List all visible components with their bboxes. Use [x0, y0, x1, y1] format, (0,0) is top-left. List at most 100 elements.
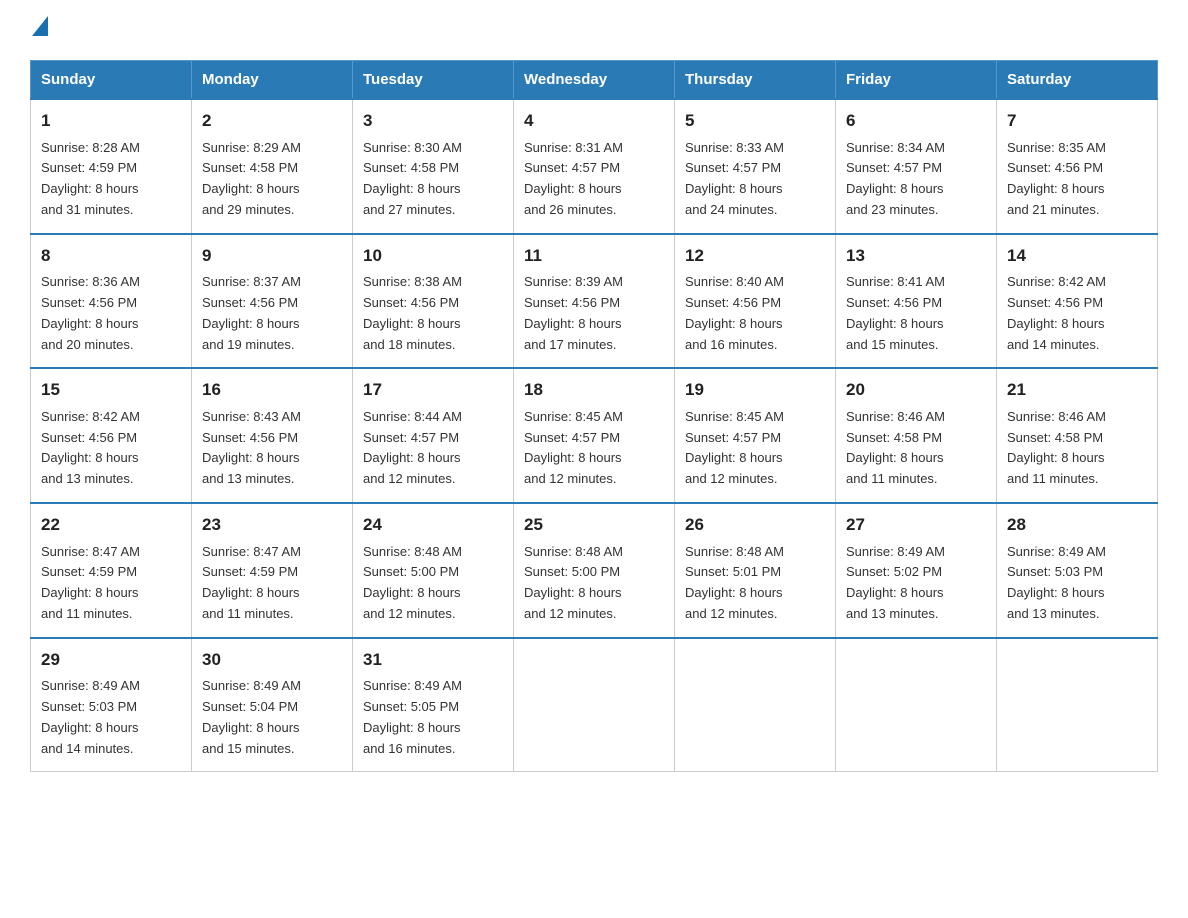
day-number: 4 [524, 108, 664, 134]
calendar-cell [514, 638, 675, 772]
day-number: 30 [202, 647, 342, 673]
day-number: 27 [846, 512, 986, 538]
day-info: Sunrise: 8:37 AMSunset: 4:56 PMDaylight:… [202, 274, 301, 351]
day-number: 6 [846, 108, 986, 134]
header-friday: Friday [836, 61, 997, 100]
day-info: Sunrise: 8:49 AMSunset: 5:05 PMDaylight:… [363, 678, 462, 755]
day-info: Sunrise: 8:44 AMSunset: 4:57 PMDaylight:… [363, 409, 462, 486]
calendar-cell: 26 Sunrise: 8:48 AMSunset: 5:01 PMDaylig… [675, 503, 836, 638]
day-info: Sunrise: 8:38 AMSunset: 4:56 PMDaylight:… [363, 274, 462, 351]
day-number: 10 [363, 243, 503, 269]
day-number: 12 [685, 243, 825, 269]
calendar-cell: 19 Sunrise: 8:45 AMSunset: 4:57 PMDaylig… [675, 368, 836, 503]
day-number: 25 [524, 512, 664, 538]
day-info: Sunrise: 8:40 AMSunset: 4:56 PMDaylight:… [685, 274, 784, 351]
calendar-cell: 7 Sunrise: 8:35 AMSunset: 4:56 PMDayligh… [997, 99, 1158, 234]
calendar-cell: 31 Sunrise: 8:49 AMSunset: 5:05 PMDaylig… [353, 638, 514, 772]
header-monday: Monday [192, 61, 353, 100]
day-info: Sunrise: 8:42 AMSunset: 4:56 PMDaylight:… [41, 409, 140, 486]
week-row-4: 22 Sunrise: 8:47 AMSunset: 4:59 PMDaylig… [31, 503, 1158, 638]
day-number: 19 [685, 377, 825, 403]
calendar-cell: 4 Sunrise: 8:31 AMSunset: 4:57 PMDayligh… [514, 99, 675, 234]
header-wednesday: Wednesday [514, 61, 675, 100]
day-info: Sunrise: 8:43 AMSunset: 4:56 PMDaylight:… [202, 409, 301, 486]
header-saturday: Saturday [997, 61, 1158, 100]
calendar-cell: 6 Sunrise: 8:34 AMSunset: 4:57 PMDayligh… [836, 99, 997, 234]
page-header [30, 20, 1158, 40]
day-info: Sunrise: 8:45 AMSunset: 4:57 PMDaylight:… [524, 409, 623, 486]
calendar-cell: 9 Sunrise: 8:37 AMSunset: 4:56 PMDayligh… [192, 234, 353, 369]
day-info: Sunrise: 8:45 AMSunset: 4:57 PMDaylight:… [685, 409, 784, 486]
day-info: Sunrise: 8:48 AMSunset: 5:01 PMDaylight:… [685, 544, 784, 621]
day-info: Sunrise: 8:46 AMSunset: 4:58 PMDaylight:… [1007, 409, 1106, 486]
calendar-cell: 17 Sunrise: 8:44 AMSunset: 4:57 PMDaylig… [353, 368, 514, 503]
day-number: 31 [363, 647, 503, 673]
day-number: 8 [41, 243, 181, 269]
day-number: 21 [1007, 377, 1147, 403]
calendar-cell: 18 Sunrise: 8:45 AMSunset: 4:57 PMDaylig… [514, 368, 675, 503]
header-tuesday: Tuesday [353, 61, 514, 100]
calendar-cell [997, 638, 1158, 772]
day-info: Sunrise: 8:34 AMSunset: 4:57 PMDaylight:… [846, 140, 945, 217]
calendar-cell: 22 Sunrise: 8:47 AMSunset: 4:59 PMDaylig… [31, 503, 192, 638]
day-info: Sunrise: 8:47 AMSunset: 4:59 PMDaylight:… [41, 544, 140, 621]
day-info: Sunrise: 8:49 AMSunset: 5:04 PMDaylight:… [202, 678, 301, 755]
day-info: Sunrise: 8:46 AMSunset: 4:58 PMDaylight:… [846, 409, 945, 486]
day-info: Sunrise: 8:29 AMSunset: 4:58 PMDaylight:… [202, 140, 301, 217]
day-number: 23 [202, 512, 342, 538]
calendar-cell: 30 Sunrise: 8:49 AMSunset: 5:04 PMDaylig… [192, 638, 353, 772]
day-number: 28 [1007, 512, 1147, 538]
day-number: 15 [41, 377, 181, 403]
calendar-cell: 12 Sunrise: 8:40 AMSunset: 4:56 PMDaylig… [675, 234, 836, 369]
calendar-cell: 25 Sunrise: 8:48 AMSunset: 5:00 PMDaylig… [514, 503, 675, 638]
day-info: Sunrise: 8:36 AMSunset: 4:56 PMDaylight:… [41, 274, 140, 351]
day-info: Sunrise: 8:28 AMSunset: 4:59 PMDaylight:… [41, 140, 140, 217]
day-number: 17 [363, 377, 503, 403]
week-row-1: 1 Sunrise: 8:28 AMSunset: 4:59 PMDayligh… [31, 99, 1158, 234]
day-info: Sunrise: 8:47 AMSunset: 4:59 PMDaylight:… [202, 544, 301, 621]
day-number: 22 [41, 512, 181, 538]
day-number: 2 [202, 108, 342, 134]
day-info: Sunrise: 8:31 AMSunset: 4:57 PMDaylight:… [524, 140, 623, 217]
calendar-cell: 10 Sunrise: 8:38 AMSunset: 4:56 PMDaylig… [353, 234, 514, 369]
calendar-cell: 2 Sunrise: 8:29 AMSunset: 4:58 PMDayligh… [192, 99, 353, 234]
calendar-cell: 20 Sunrise: 8:46 AMSunset: 4:58 PMDaylig… [836, 368, 997, 503]
calendar-cell: 21 Sunrise: 8:46 AMSunset: 4:58 PMDaylig… [997, 368, 1158, 503]
header-sunday: Sunday [31, 61, 192, 100]
calendar-cell: 29 Sunrise: 8:49 AMSunset: 5:03 PMDaylig… [31, 638, 192, 772]
day-number: 14 [1007, 243, 1147, 269]
day-number: 7 [1007, 108, 1147, 134]
day-info: Sunrise: 8:39 AMSunset: 4:56 PMDaylight:… [524, 274, 623, 351]
calendar-cell: 16 Sunrise: 8:43 AMSunset: 4:56 PMDaylig… [192, 368, 353, 503]
calendar-table: SundayMondayTuesdayWednesdayThursdayFrid… [30, 60, 1158, 772]
day-number: 16 [202, 377, 342, 403]
day-number: 20 [846, 377, 986, 403]
day-info: Sunrise: 8:48 AMSunset: 5:00 PMDaylight:… [363, 544, 462, 621]
day-info: Sunrise: 8:48 AMSunset: 5:00 PMDaylight:… [524, 544, 623, 621]
calendar-cell: 8 Sunrise: 8:36 AMSunset: 4:56 PMDayligh… [31, 234, 192, 369]
calendar-header-row: SundayMondayTuesdayWednesdayThursdayFrid… [31, 61, 1158, 100]
day-number: 11 [524, 243, 664, 269]
day-number: 1 [41, 108, 181, 134]
day-number: 29 [41, 647, 181, 673]
day-info: Sunrise: 8:33 AMSunset: 4:57 PMDaylight:… [685, 140, 784, 217]
calendar-cell: 13 Sunrise: 8:41 AMSunset: 4:56 PMDaylig… [836, 234, 997, 369]
calendar-cell [836, 638, 997, 772]
day-number: 3 [363, 108, 503, 134]
week-row-5: 29 Sunrise: 8:49 AMSunset: 5:03 PMDaylig… [31, 638, 1158, 772]
logo [30, 20, 48, 40]
day-number: 9 [202, 243, 342, 269]
day-number: 26 [685, 512, 825, 538]
day-number: 5 [685, 108, 825, 134]
day-number: 18 [524, 377, 664, 403]
day-info: Sunrise: 8:41 AMSunset: 4:56 PMDaylight:… [846, 274, 945, 351]
day-info: Sunrise: 8:35 AMSunset: 4:56 PMDaylight:… [1007, 140, 1106, 217]
calendar-cell: 5 Sunrise: 8:33 AMSunset: 4:57 PMDayligh… [675, 99, 836, 234]
day-info: Sunrise: 8:49 AMSunset: 5:02 PMDaylight:… [846, 544, 945, 621]
calendar-cell: 1 Sunrise: 8:28 AMSunset: 4:59 PMDayligh… [31, 99, 192, 234]
calendar-cell: 14 Sunrise: 8:42 AMSunset: 4:56 PMDaylig… [997, 234, 1158, 369]
calendar-cell: 15 Sunrise: 8:42 AMSunset: 4:56 PMDaylig… [31, 368, 192, 503]
day-info: Sunrise: 8:49 AMSunset: 5:03 PMDaylight:… [41, 678, 140, 755]
header-thursday: Thursday [675, 61, 836, 100]
calendar-cell [675, 638, 836, 772]
